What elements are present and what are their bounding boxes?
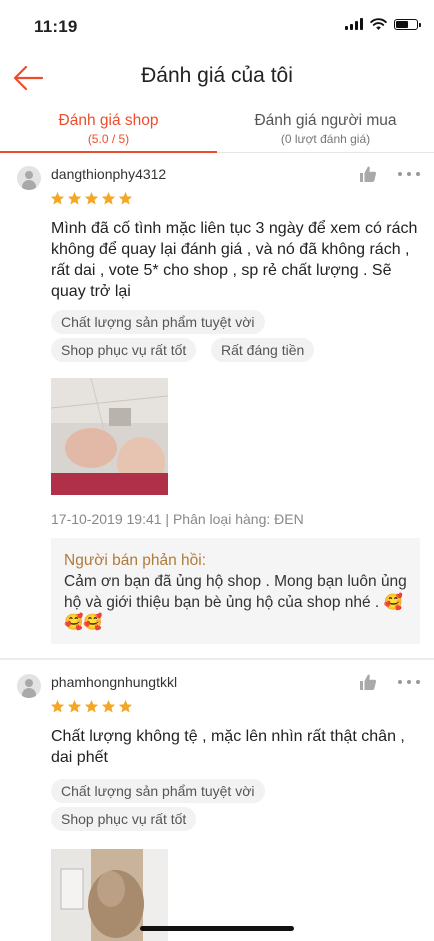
review-tag: Shop phục vụ rất tốt [51,807,197,831]
star-icon [50,699,65,713]
review-photo-image [51,378,168,495]
star-icon [84,191,99,205]
review-card: phamhongnhungtkkl Chất lượng không tệ , … [0,660,434,941]
review-tag: Shop phục vụ rất tốt [51,338,197,362]
status-time: 11:19 [34,17,78,36]
more-options-icon[interactable] [398,165,420,183]
tab-sublabel: (0 lượt đánh giá) [280,132,371,146]
star-icon [84,699,99,713]
review-card: dangthionphy4312 Mình đã cố tình mặc liê… [0,153,434,658]
page-header: Đánh giá của tôi [0,52,434,104]
rating-stars [50,191,133,206]
tab-shop-reviews[interactable]: Đánh giá shop (5.0 / 5) [0,108,217,153]
seller-reply: Người bán phản hồi: Cảm ơn bạn đã ủng hộ… [51,538,420,644]
wifi-icon [370,18,387,30]
star-icon [67,191,82,205]
star-icon [67,699,82,713]
avatar [17,674,41,698]
star-icon [118,699,133,713]
thumbs-up-icon[interactable] [359,165,377,183]
rating-stars [50,699,133,714]
status-bar: 11:19 [0,0,434,52]
review-photo[interactable] [51,378,168,495]
home-indicator [140,926,294,931]
more-options-icon[interactable] [398,673,420,691]
star-icon [118,191,133,205]
avatar [17,166,41,190]
review-tag: Rất đáng tiền [211,338,315,362]
seller-reply-text: Cảm ơn bạn đã ủng hộ shop . Mong bạn luô… [64,573,407,631]
tab-sublabel: (5.0 / 5) [87,132,130,146]
tab-label: Đánh giá shop [58,112,159,129]
cellular-signal-icon [345,18,363,30]
tab-label: Đánh giá người mua [254,112,397,129]
review-username: phamhongnhungtkkl [51,674,178,690]
status-icons [345,18,421,30]
review-tag: Chất lượng sản phẩm tuyệt vời [51,310,265,334]
tab-buyer-reviews[interactable]: Đánh giá người mua (0 lượt đánh giá) [217,108,434,152]
page-title: Đánh giá của tôi [141,64,293,87]
review-text: Mình đã cố tình mặc liên tục 3 ngày để x… [51,220,418,300]
review-meta: 17-10-2019 19:41 | Phân loại hàng: ĐEN [51,511,304,527]
star-icon [101,191,116,205]
review-tag: Chất lượng sản phẩm tuyệt vời [51,779,265,803]
thumbs-up-icon[interactable] [359,673,377,691]
star-icon [50,191,65,205]
review-text: Chất lượng không tệ , mặc lên nhìn rất t… [51,728,405,766]
battery-icon [394,18,421,30]
star-icon [101,699,116,713]
review-username: dangthionphy4312 [51,166,167,182]
seller-reply-label: Người bán phản hồi: [64,552,207,569]
review-tabs: Đánh giá shop (5.0 / 5) Đánh giá người m… [0,108,434,153]
